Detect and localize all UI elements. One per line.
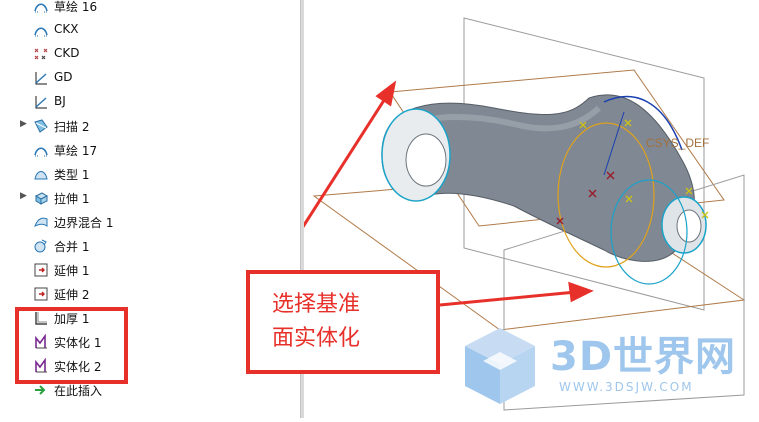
tree-item-label: 边界混合 1: [54, 216, 114, 230]
callout-text: 选择基准 面实体化: [272, 292, 361, 351]
watermark: 3D世界网 WWW.3DSJW.COM: [455, 322, 755, 408]
tree-item-label: CKD: [54, 46, 80, 60]
extend-icon: [33, 286, 49, 302]
insert-here-icon: [33, 382, 49, 398]
tree-item[interactable]: BJ: [0, 91, 300, 113]
watermark-brand: 3D世界网: [550, 334, 737, 380]
solidify-highlight-box: [15, 307, 128, 384]
tree-item[interactable]: GD: [0, 67, 300, 89]
watermark-url: WWW.3DSJW.COM: [559, 380, 694, 394]
arrow-to-right-datum: [439, 290, 577, 307]
arrow-to-top-datum: [272, 93, 390, 273]
sketch-icon: [33, 142, 49, 158]
sweep-icon: [33, 118, 49, 134]
sketch-icon: [33, 0, 49, 14]
tree-item-label: 扫描 2: [54, 120, 90, 134]
tree-item[interactable]: CKD: [0, 43, 300, 65]
tree-item[interactable]: 合并 1: [0, 235, 300, 257]
tree-item[interactable]: 草绘 17: [0, 139, 300, 161]
tree-item[interactable]: 类型 1: [0, 163, 300, 185]
tree-item[interactable]: 边界混合 1: [0, 211, 300, 233]
tree-item-label: 草绘 17: [54, 144, 98, 158]
sketch-icon: [33, 22, 49, 38]
boundary-blend-icon: [33, 214, 49, 230]
tree-item-label: 延伸 1: [54, 264, 90, 278]
tree-item[interactable]: ▶ 扫描 2: [0, 115, 300, 137]
csys-label: CSYS_DEF: [646, 136, 709, 150]
tree-item[interactable]: CKX: [0, 19, 300, 41]
extrude-icon: [33, 190, 49, 206]
tree-item-label: 合并 1: [54, 240, 90, 254]
tree-item-label: 拉伸 1: [54, 192, 90, 206]
style-surface-icon: [33, 166, 49, 182]
tree-item-label: 在此插入: [54, 384, 103, 398]
tree-item[interactable]: ▶ 拉伸 1: [0, 187, 300, 209]
tree-item-label: BJ: [54, 94, 66, 108]
tree-item-label: 延伸 2: [54, 288, 90, 302]
extend-icon: [33, 262, 49, 278]
tree-item-label: GD: [54, 70, 73, 84]
expand-arrow-icon[interactable]: ▶: [20, 119, 27, 129]
tree-item-label: CKX: [54, 22, 79, 36]
tree-item[interactable]: 草绘 16: [0, 0, 300, 17]
datum-curve-icon: [33, 94, 49, 110]
watermark-cube-icon: [465, 328, 535, 404]
expand-arrow-icon[interactable]: ▶: [20, 191, 27, 201]
datum-point-icon: [33, 46, 49, 62]
callout-box: 选择基准 面实体化: [246, 270, 440, 374]
tree-item-label: 草绘 16: [54, 0, 98, 14]
merge-icon: [33, 238, 49, 254]
datum-curve-icon: [33, 70, 49, 86]
tree-item-label: 类型 1: [54, 168, 90, 182]
